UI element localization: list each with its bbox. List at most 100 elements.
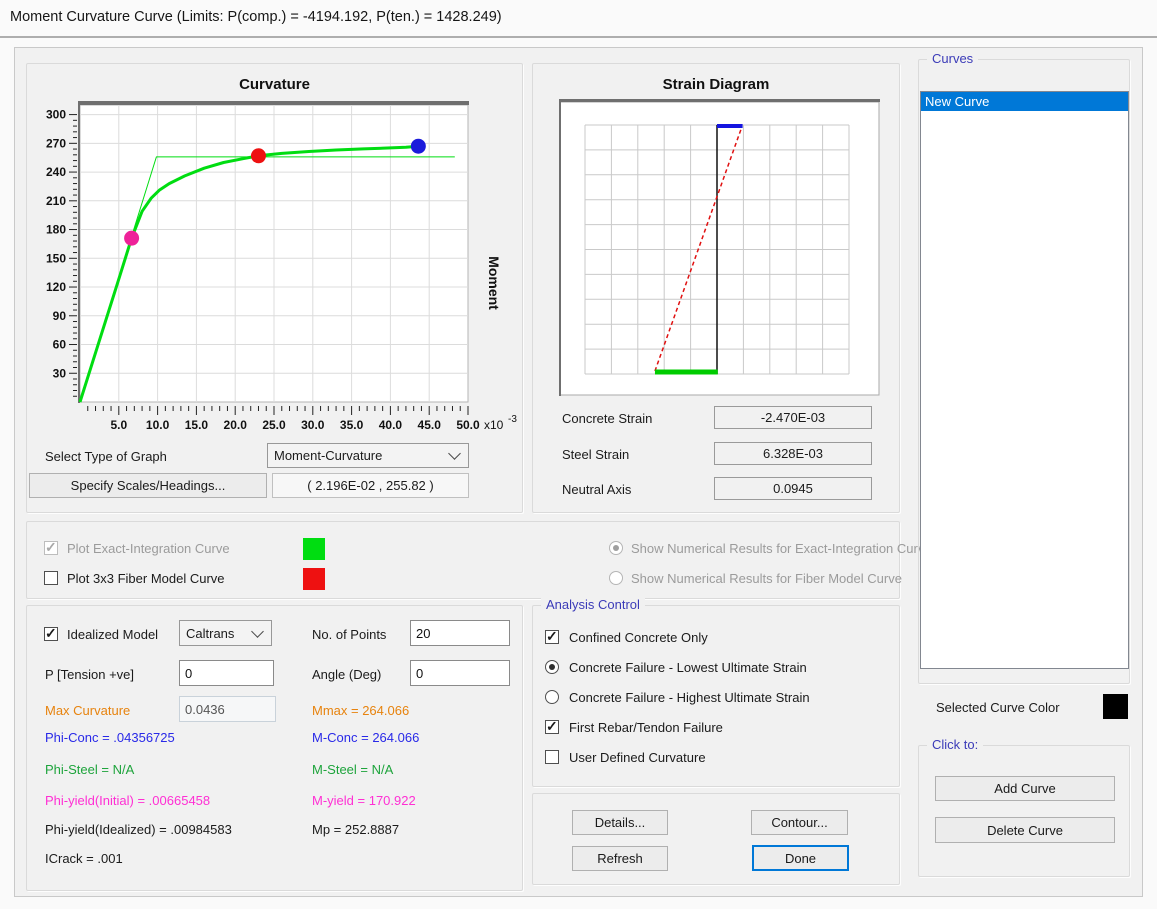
- phi-yield-initial-value: Phi-yield(Initial) = .00665458: [45, 793, 210, 808]
- concrete-strain-label: Concrete Strain: [562, 411, 652, 426]
- window-title: Moment Curvature Curve (Limits: P(comp.)…: [10, 9, 502, 25]
- svg-text:25.0: 25.0: [262, 418, 286, 432]
- selected-curve-color-label: Selected Curve Color: [936, 700, 1060, 715]
- analysis-control-group: Analysis Control Confined Concrete Only …: [532, 605, 900, 787]
- click-to-legend: Click to:: [927, 737, 983, 752]
- plot-exact-label: Plot Exact-Integration Curve: [67, 541, 230, 556]
- idealized-model-label: Idealized Model: [67, 627, 158, 642]
- concrete-strain-value: -2.470E-03: [714, 406, 872, 429]
- strain-diagram-chart: [533, 94, 899, 406]
- chevron-down-icon: [251, 625, 264, 638]
- mmax-value: Mmax = 264.066: [312, 703, 409, 718]
- svg-text:60: 60: [53, 338, 67, 352]
- select-graph-label: Select Type of Graph: [45, 449, 167, 464]
- svg-text:10.0: 10.0: [146, 418, 170, 432]
- plot-fiber-checkbox[interactable]: [44, 571, 58, 585]
- svg-text:15.0: 15.0: [185, 418, 209, 432]
- curvature-chart-title: Curvature: [27, 76, 522, 93]
- chevron-down-icon: [448, 447, 461, 460]
- svg-text:210: 210: [46, 194, 66, 208]
- points-label: No. of Points: [312, 627, 386, 642]
- first-rebar-failure-checkbox[interactable]: [545, 720, 559, 734]
- specify-scales-button[interactable]: Specify Scales/Headings...: [29, 473, 267, 498]
- svg-text:300: 300: [46, 108, 66, 122]
- dialog-body: Curvature 5.0 10.0 15.0 20.0 25.0 30.0 35.0 40.…: [14, 47, 1143, 897]
- p-tension-label: P [Tension +ve]: [45, 667, 134, 682]
- show-results-exact-label: Show Numerical Results for Exact-Integra…: [631, 541, 932, 556]
- user-defined-curvature-label: User Defined Curvature: [569, 750, 706, 765]
- highest-ultimate-strain-label: Concrete Failure - Highest Ultimate Stra…: [569, 690, 810, 705]
- first-rebar-failure-label: First Rebar/Tendon Failure: [569, 720, 723, 735]
- m-conc-value: M-Conc = 264.066: [312, 730, 419, 745]
- steel-strain-value: 6.328E-03: [714, 442, 872, 465]
- highest-ultimate-strain-radio[interactable]: [545, 690, 559, 704]
- exact-curve-color-swatch[interactable]: [303, 538, 325, 560]
- neutral-axis-value: 0.0945: [714, 477, 872, 500]
- svg-text:120: 120: [46, 280, 66, 294]
- plot-options-panel: Plot Exact-Integration Curve Show Numeri…: [26, 521, 900, 599]
- svg-text:180: 180: [46, 223, 66, 237]
- phi-steel-value: Phi-Steel = N/A: [45, 762, 134, 777]
- show-results-exact-radio[interactable]: [609, 541, 623, 555]
- lowest-ultimate-strain-label: Concrete Failure - Lowest Ultimate Strai…: [569, 660, 807, 675]
- add-curve-button[interactable]: Add Curve: [935, 776, 1115, 801]
- svg-text:20.0: 20.0: [224, 418, 248, 432]
- svg-text:40.0: 40.0: [379, 418, 403, 432]
- analysis-control-legend: Analysis Control: [541, 597, 645, 612]
- angle-input[interactable]: [410, 660, 510, 686]
- curve-list-item[interactable]: New Curve: [921, 92, 1128, 111]
- m-yield-value: M-yield = 170.922: [312, 793, 416, 808]
- svg-text:Moment: Moment: [486, 256, 502, 310]
- user-defined-curvature-checkbox[interactable]: [545, 750, 559, 764]
- idealized-model-value: Caltrans: [186, 626, 234, 641]
- done-button[interactable]: Done: [752, 845, 849, 871]
- idealized-model-select[interactable]: Caltrans: [179, 620, 272, 646]
- neutral-axis-label: Neutral Axis: [562, 482, 631, 497]
- refresh-button[interactable]: Refresh: [572, 846, 668, 871]
- selected-curve-color-swatch[interactable]: [1103, 694, 1128, 719]
- plot-fiber-label: Plot 3x3 Fiber Model Curve: [67, 571, 225, 586]
- show-results-fiber-radio[interactable]: [609, 571, 623, 585]
- svg-text:35.0: 35.0: [340, 418, 364, 432]
- angle-label: Angle (Deg): [312, 667, 381, 682]
- idealized-model-checkbox[interactable]: [44, 627, 58, 641]
- cursor-coordinates: ( 2.196E-02 , 255.82 ): [272, 473, 469, 498]
- lowest-ultimate-strain-radio[interactable]: [545, 660, 559, 674]
- details-button[interactable]: Details...: [572, 810, 668, 835]
- p-tension-input[interactable]: [179, 660, 274, 686]
- title-separator: [0, 36, 1157, 38]
- max-curvature-input: [179, 696, 276, 722]
- curvature-panel: Curvature 5.0 10.0 15.0 20.0 25.0 30.0 35.0 40.…: [26, 63, 523, 513]
- fiber-curve-color-swatch[interactable]: [303, 568, 325, 590]
- parameters-panel: Idealized Model Caltrans No. of Points P…: [26, 605, 523, 891]
- action-buttons-group: Details... Contour... Refresh Done: [532, 793, 900, 885]
- icrack-value: ICrack = .001: [45, 851, 123, 866]
- graph-type-value: Moment-Curvature: [274, 448, 382, 463]
- click-to-group: Click to: Add Curve Delete Curve: [918, 745, 1130, 877]
- svg-text:30.0: 30.0: [301, 418, 325, 432]
- svg-text:45.0: 45.0: [418, 418, 442, 432]
- phi-conc-value: Phi-Conc = .04356725: [45, 730, 175, 745]
- svg-text:5.0: 5.0: [110, 418, 127, 432]
- svg-text:90: 90: [53, 309, 67, 323]
- graph-type-select[interactable]: Moment-Curvature: [267, 443, 469, 468]
- strain-diagram-panel: Strain Diagram Concrete Strain -2.470E-0…: [532, 63, 900, 513]
- curves-listbox[interactable]: New Curve: [920, 91, 1129, 669]
- svg-text:-3: -3: [508, 414, 517, 425]
- delete-curve-button[interactable]: Delete Curve: [935, 817, 1115, 843]
- points-input[interactable]: [410, 620, 510, 646]
- svg-text:x10: x10: [484, 418, 504, 432]
- confined-concrete-checkbox[interactable]: [545, 630, 559, 644]
- curves-legend: Curves: [927, 51, 978, 66]
- moment-curvature-chart[interactable]: 5.0 10.0 15.0 20.0 25.0 30.0 35.0 40.0 45.0 50.0 x…: [27, 98, 522, 444]
- contour-button[interactable]: Contour...: [751, 810, 848, 835]
- strain-diagram-title: Strain Diagram: [533, 76, 899, 93]
- svg-text:270: 270: [46, 136, 66, 150]
- plot-exact-checkbox[interactable]: [44, 541, 58, 555]
- show-results-fiber-label: Show Numerical Results for Fiber Model C…: [631, 571, 902, 586]
- svg-text:150: 150: [46, 251, 66, 265]
- svg-text:240: 240: [46, 165, 66, 179]
- svg-text:30: 30: [53, 366, 67, 380]
- svg-text:50.0: 50.0: [456, 418, 480, 432]
- max-curvature-label: Max Curvature: [45, 703, 130, 718]
